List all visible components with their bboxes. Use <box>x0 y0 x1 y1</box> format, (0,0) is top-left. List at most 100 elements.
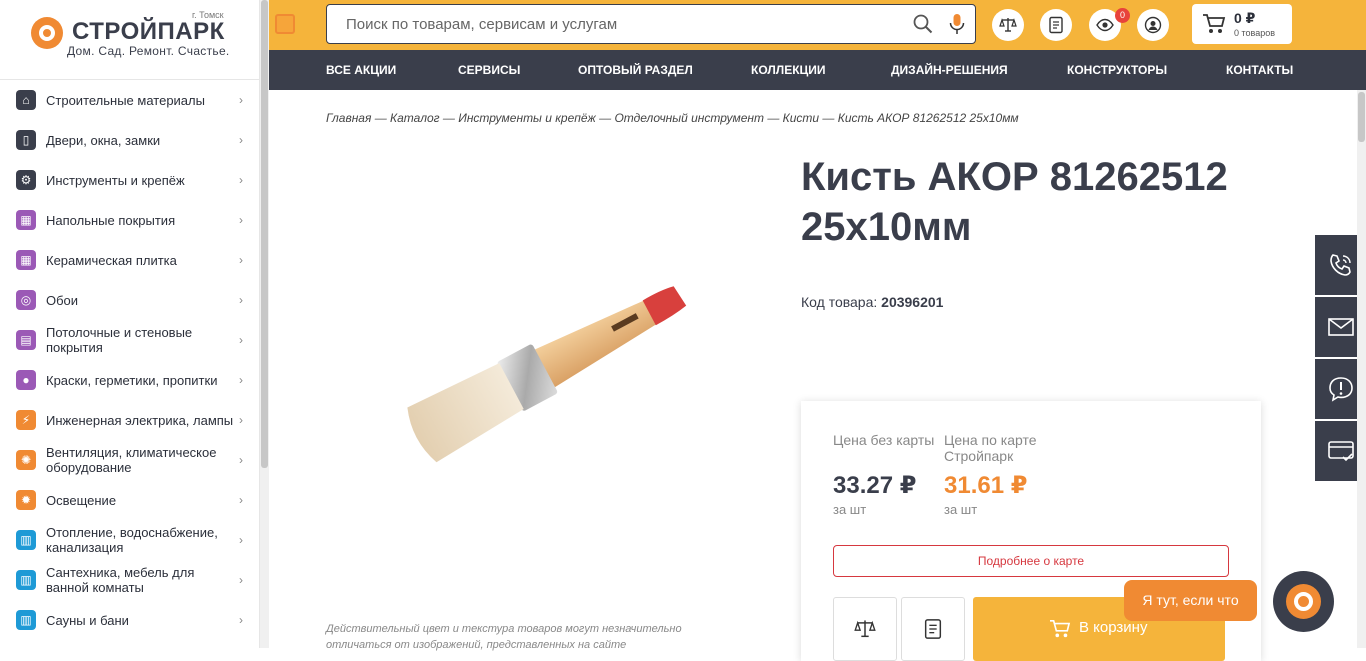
regular-price-unit: за шт <box>833 502 867 517</box>
sidebar-item[interactable]: ⚡ Инженерная электрика, лампы › <box>0 400 260 440</box>
sidebar-scroll-thumb[interactable] <box>261 0 268 468</box>
scales-icon <box>854 620 876 638</box>
sidebar-item[interactable]: ▥ Отопление, водоснабжение, канализация › <box>0 520 260 560</box>
ceiling-icon: ▤ <box>16 330 36 350</box>
chat-logo-icon <box>1286 584 1321 619</box>
add-to-cart-label: В корзину <box>1079 619 1148 636</box>
add-to-compare-button[interactable] <box>833 597 897 661</box>
add-to-list-button[interactable] <box>901 597 965 661</box>
sidebar-item-label: Двери, окна, замки <box>46 132 161 148</box>
chevron-right-icon: › <box>239 253 243 267</box>
sidebar-item-label: Сантехника, мебель для ванной комнаты <box>46 565 195 595</box>
menu-toggle-icon[interactable] <box>275 14 295 34</box>
chevron-right-icon: › <box>239 373 243 387</box>
tile-icon: ▦ <box>16 250 36 270</box>
chevron-right-icon: › <box>239 93 243 107</box>
cart-count: 0 товаров <box>1234 28 1276 38</box>
sidebar-item-label: Керамическая плитка <box>46 252 177 268</box>
product-code-label: Код товара: <box>801 294 878 310</box>
sun-icon: ✹ <box>16 490 36 510</box>
nav-item-promotions[interactable]: ВСЕ АКЦИИ <box>326 50 396 90</box>
card-price-label: Цена по карте Стройпарк <box>944 432 1037 464</box>
chat-prompt[interactable]: Я тут, если что <box>1124 580 1257 621</box>
product-code-value: 20396201 <box>881 294 944 310</box>
card-check-icon <box>1328 441 1354 462</box>
envelope-icon <box>1328 318 1354 336</box>
city-label[interactable]: г. Томск <box>192 10 224 20</box>
sidebar-item-label: Обои <box>46 292 79 308</box>
scales-icon <box>999 18 1017 32</box>
sidebar-item[interactable]: ● Краски, герметики, пропитки › <box>0 360 260 400</box>
compare-button[interactable] <box>992 9 1024 41</box>
nav-item-design[interactable]: ДИЗАЙН-РЕШЕНИЯ <box>891 50 1008 90</box>
sidebar-item[interactable]: ▥ Сауны и бани › <box>0 600 260 640</box>
sidebar-item[interactable]: ▦ Керамическая плитка › <box>0 240 260 280</box>
chat-button[interactable] <box>1273 571 1334 632</box>
fan-icon: ✺ <box>16 450 36 470</box>
chevron-right-icon: › <box>239 573 243 587</box>
nav-item-constructors[interactable]: КОНСТРУКТОРЫ <box>1067 50 1167 90</box>
cart-sum: 0 ₽ <box>1234 10 1256 26</box>
product-title: Кисть АКОР 81262512 25х10мм <box>801 155 1228 249</box>
bath-icon: ▥ <box>16 570 36 590</box>
profile-button[interactable] <box>1137 9 1169 41</box>
breadcrumb[interactable]: Главная — Каталог — Инструменты и крепёж… <box>326 111 1019 125</box>
viewed-count-badge: 0 <box>1115 8 1130 23</box>
nav-item-collections[interactable]: КОЛЛЕКЦИИ <box>751 50 826 90</box>
chevron-right-icon: › <box>239 613 243 627</box>
microphone-icon[interactable] <box>947 13 967 35</box>
sidebar-item[interactable]: ▯ Двери, окна, замки › <box>0 120 260 160</box>
nav-item-services[interactable]: СЕРВИСЫ <box>458 50 520 90</box>
radiator-icon: ▥ <box>16 530 36 550</box>
product-image[interactable] <box>326 150 766 590</box>
card-details-button[interactable]: Подробнее о карте <box>833 545 1229 577</box>
nav-item-wholesale[interactable]: ОПТОВЫЙ РАЗДЕЛ <box>578 50 693 90</box>
product-code: Код товара: 20396201 <box>801 294 943 310</box>
search-icon[interactable] <box>913 14 933 34</box>
sauna-icon: ▥ <box>16 610 36 630</box>
price-box: Цена без карты 33.27 ₽ за шт Цена по кар… <box>801 401 1261 661</box>
floor-icon: ▦ <box>16 210 36 230</box>
user-icon <box>1144 16 1162 34</box>
lightning-icon: ⚡ <box>16 410 36 430</box>
sidebar-item[interactable]: ⚙ Инструменты и крепёж › <box>0 160 260 200</box>
sidebar-item-label: Освещение <box>46 492 117 508</box>
card-price-value: 31.61 ₽ <box>944 472 1028 499</box>
logo[interactable]: СТРОЙПАРК г. Томск Дом. Сад. Ремонт. Сча… <box>0 0 259 80</box>
sidebar-item[interactable]: ▥ Сантехника, мебель для ванной комнаты › <box>0 560 260 600</box>
search-input[interactable] <box>346 5 906 43</box>
checklist-icon <box>1049 16 1063 34</box>
paint-drop-icon: ● <box>16 370 36 390</box>
page-scrollbar[interactable] <box>1357 90 1366 648</box>
chevron-right-icon: › <box>239 173 243 187</box>
chevron-right-icon: › <box>239 333 243 347</box>
sidebar-item[interactable]: ✹ Освещение › <box>0 480 260 520</box>
exclamation-bubble-icon <box>1329 377 1353 402</box>
top-bar: 0 0 ₽ 0 товаров <box>269 0 1366 50</box>
brand-name: СТРОЙПАРК <box>72 18 225 45</box>
main-nav: ВСЕ АКЦИИ СЕРВИСЫ ОПТОВЫЙ РАЗДЕЛ КОЛЛЕКЦ… <box>269 50 1366 90</box>
sidebar-item[interactable]: ▤ Потолочные и стеновые покрытия › <box>0 320 260 360</box>
sidebar-scrollbar[interactable] <box>260 0 269 648</box>
regular-price-value: 33.27 ₽ <box>833 472 917 499</box>
sidebar-item-label: Вентиляция, климатическое оборудование <box>46 445 217 475</box>
sidebar-item[interactable]: ▦ Напольные покрытия › <box>0 200 260 240</box>
door-icon: ▯ <box>16 130 36 150</box>
house-icon: ⌂ <box>16 90 36 110</box>
chevron-right-icon: › <box>239 453 243 467</box>
chevron-right-icon: › <box>239 493 243 507</box>
regular-price-label: Цена без карты <box>833 432 935 448</box>
sidebar-item[interactable]: ✺ Вентиляция, климатическое оборудование › <box>0 440 260 480</box>
cart-button[interactable]: 0 ₽ 0 товаров <box>1192 4 1292 44</box>
nav-item-contacts[interactable]: КОНТАКТЫ <box>1226 50 1293 90</box>
page-scroll-thumb[interactable] <box>1358 92 1365 142</box>
wallpaper-icon: ◎ <box>16 290 36 310</box>
checklist-button[interactable] <box>1040 9 1072 41</box>
chevron-right-icon: › <box>239 213 243 227</box>
sidebar-item[interactable]: ⌂ Строительные материалы › <box>0 80 260 120</box>
cart-icon <box>1050 620 1071 638</box>
sidebar-item-label: Строительные материалы <box>46 92 205 108</box>
sidebar-item[interactable]: ◎ Обои › <box>0 280 260 320</box>
sidebar: СТРОЙПАРК г. Томск Дом. Сад. Ремонт. Сча… <box>0 0 260 648</box>
chevron-right-icon: › <box>239 533 243 547</box>
